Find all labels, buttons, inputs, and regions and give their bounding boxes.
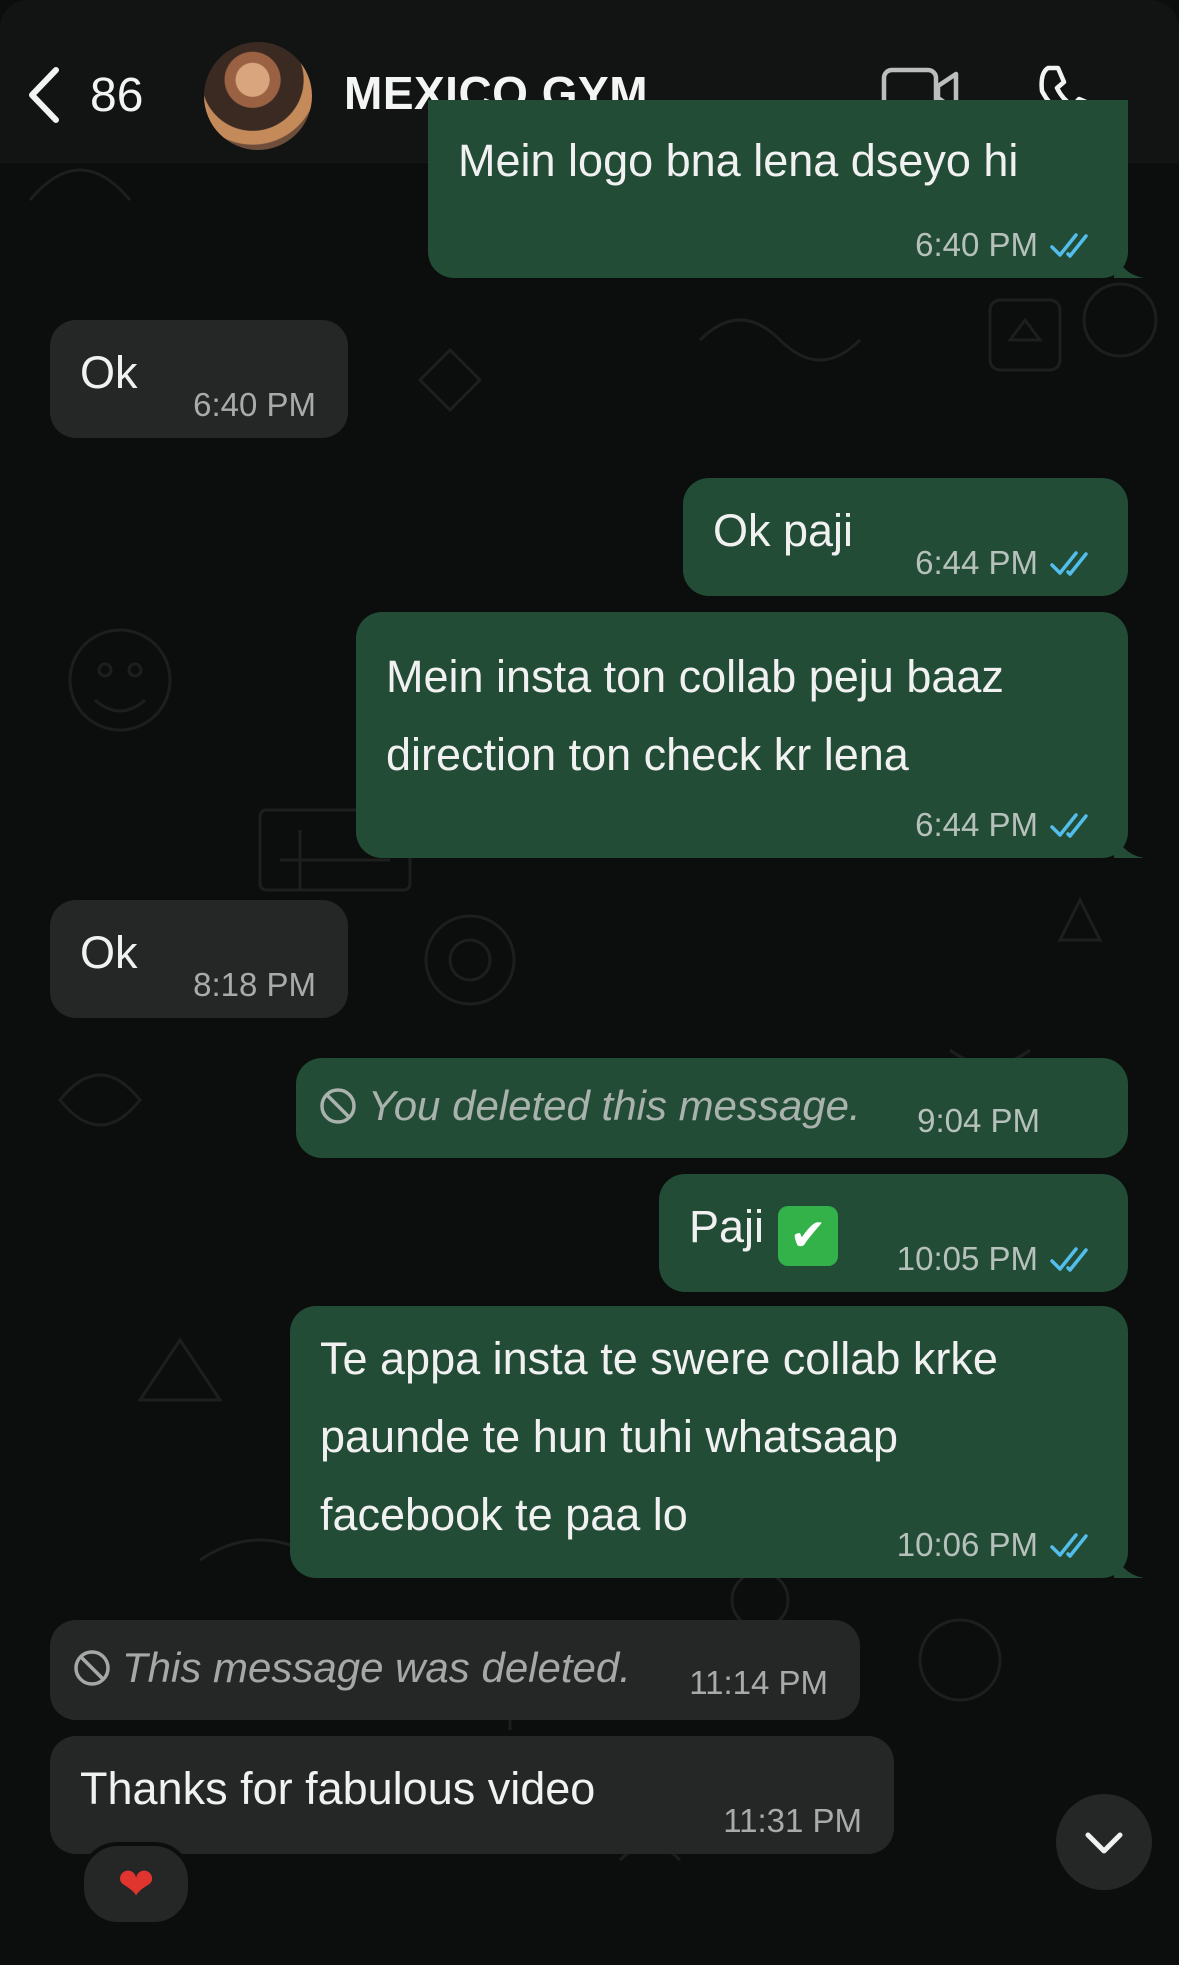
- chevron-down-icon: [1085, 1832, 1123, 1854]
- message-text-content: Paji: [689, 1201, 765, 1252]
- back-button[interactable]: 86: [22, 60, 172, 130]
- message-meta: 10:06 PM: [897, 1526, 1096, 1564]
- message-text-line: Te appa insta te swere collab krke: [320, 1333, 998, 1384]
- message-text: Mein logo bna lena dseyo hi: [458, 135, 1019, 186]
- message-text: Ok paji: [713, 505, 854, 556]
- message-time: 6:40 PM: [915, 226, 1038, 263]
- check-emoji: ✔: [778, 1206, 839, 1266]
- message-reaction[interactable]: ❤: [80, 1842, 192, 1926]
- heart-icon: ❤: [117, 1859, 155, 1909]
- double-check-icon: [1050, 813, 1088, 838]
- message-time: 8:18 PM: [193, 966, 316, 1003]
- message-time: 9:04 PM: [917, 1102, 1040, 1139]
- message-text: Ok: [80, 927, 138, 978]
- bubble-tail: [1114, 248, 1144, 278]
- message-bubble-incoming[interactable]: Ok 6:40 PM: [50, 320, 348, 438]
- message-meta: 11:14 PM: [689, 1664, 828, 1702]
- message-text: Thanks for fabulous video: [80, 1763, 596, 1814]
- scroll-to-bottom-button[interactable]: [1056, 1794, 1152, 1890]
- message-text-line: direction ton check kr lena: [386, 729, 909, 780]
- deleted-text: You deleted this message.: [368, 1082, 861, 1129]
- message-bubble-outgoing[interactable]: Mein insta ton collab peju baaz directio…: [356, 612, 1144, 858]
- message-text-line: facebook te paa lo: [320, 1489, 688, 1540]
- double-check-icon: [1050, 1247, 1088, 1272]
- message-bubble-incoming[interactable]: Thanks for fabulous video 11:31 PM: [50, 1736, 894, 1854]
- chevron-left-icon: [29, 67, 59, 123]
- message-meta: 8:18 PM: [193, 966, 316, 1004]
- message-time: 6:44 PM: [915, 544, 1038, 581]
- message-bubble-outgoing[interactable]: Te appa insta te swere collab krke paund…: [290, 1306, 1144, 1578]
- double-check-icon: [1050, 1533, 1088, 1558]
- message-time: 6:44 PM: [915, 806, 1038, 843]
- message-time: 11:14 PM: [689, 1664, 828, 1701]
- contact-avatar[interactable]: [204, 42, 312, 150]
- deleted-text: This message was deleted.: [122, 1644, 631, 1691]
- message-bubble-outgoing-deleted[interactable]: You deleted this message. 9:04 PM: [296, 1058, 1128, 1158]
- message-bubble-outgoing[interactable]: Ok paji 6:44 PM: [683, 478, 1128, 596]
- message-meta: 6:44 PM: [915, 544, 1096, 582]
- message-time: 6:40 PM: [193, 386, 316, 423]
- deleted-notice: This message was deleted.: [72, 1644, 631, 1692]
- message-meta: 9:04 PM: [917, 1102, 1040, 1140]
- message-time: 10:06 PM: [896, 1526, 1038, 1563]
- message-text-line: paunde te hun tuhi whatsaap: [320, 1411, 898, 1462]
- message-bubble-outgoing[interactable]: Mein logo bna lena dseyo hi 6:40 PM: [428, 100, 1144, 278]
- message-meta: 6:40 PM: [193, 386, 316, 424]
- unread-count: 86: [90, 68, 144, 122]
- message-text-line: Mein insta ton collab peju baaz: [386, 651, 1004, 702]
- message-text: Paji ✔: [689, 1188, 839, 1266]
- bubble-tail: [1114, 1548, 1144, 1578]
- message-meta: 6:44 PM: [915, 806, 1096, 844]
- message-meta: 11:31 PM: [723, 1802, 862, 1840]
- deleted-notice: You deleted this message.: [318, 1082, 861, 1130]
- message-bubble-incoming-deleted[interactable]: This message was deleted. 11:14 PM: [50, 1620, 860, 1720]
- message-meta: 6:40 PM: [915, 226, 1096, 264]
- bubble-tail: [1114, 828, 1144, 858]
- double-check-icon: [1050, 233, 1088, 258]
- message-time: 11:31 PM: [723, 1802, 862, 1839]
- ban-icon: [320, 1088, 356, 1124]
- double-check-icon: [1050, 551, 1088, 576]
- message-meta: 10:05 PM: [897, 1240, 1096, 1278]
- ban-icon: [74, 1650, 110, 1686]
- message-bubble-outgoing[interactable]: Paji ✔ 10:05 PM: [659, 1174, 1128, 1292]
- message-bubble-incoming[interactable]: Ok 8:18 PM: [50, 900, 348, 1018]
- message-time: 10:05 PM: [896, 1240, 1038, 1277]
- message-text: Ok: [80, 347, 138, 398]
